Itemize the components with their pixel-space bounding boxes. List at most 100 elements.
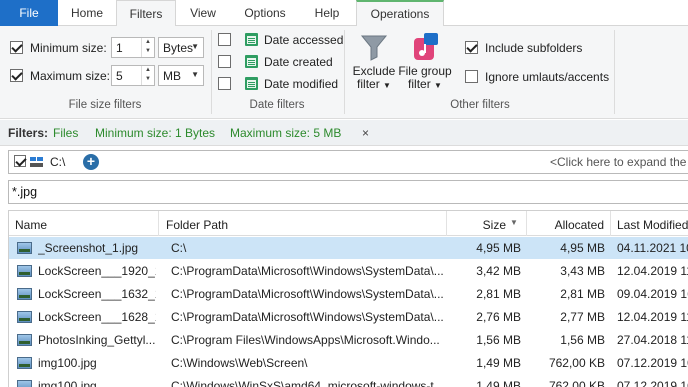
sort-desc-icon: ▼ [510,218,518,227]
tab-help[interactable]: Help [300,0,354,26]
cell-size: 1,49 MB [476,356,521,370]
chevron-down-icon: ▼ [191,70,199,79]
cell-name: PhotosInking_Gettyl... [38,333,156,347]
cell-modified: 04.11.2021 10: [617,241,688,255]
tree-expand-hint[interactable]: <Click here to expand the tree [550,155,688,169]
max-size-stepper[interactable]: ▲ ▼ [141,66,154,85]
path-text: C:\ [50,155,66,169]
cell-size: 3,42 MB [476,264,521,278]
image-file-icon [17,242,32,254]
cell-name: img100.jpg [38,379,97,387]
group-divider [614,30,615,114]
image-file-icon [17,334,32,346]
max-size-unit: MB [163,69,181,83]
max-size-input[interactable]: 5 ▲ ▼ [111,65,155,86]
column-header-name[interactable]: Name [9,211,159,236]
cell-folder: C:\Program Files\WindowsApps\Microsoft.W… [171,333,440,347]
music-file-icon [414,33,438,60]
column-header-modified[interactable]: Last Modified [611,211,688,236]
cell-size: 1,49 MB [476,379,521,387]
table-header: Name Folder Path Size ▼ Allocated Last M… [9,211,688,236]
cell-name: _Screenshot_1.jpg [38,241,139,255]
group-divider [344,30,345,114]
table-row[interactable]: img100.jpg C:\Windows\WinSxS\amd64_micros… [9,375,688,387]
tab-home[interactable]: Home [58,0,116,26]
chevron-down-icon: ▼ [383,81,391,90]
tab-view[interactable]: View [176,0,230,26]
search-field[interactable] [8,180,688,204]
search-input[interactable] [12,183,612,201]
cell-modified: 07.12.2019 10: [617,379,688,387]
max-size-unit-select[interactable]: MB ▼ [158,65,204,86]
min-size-unit-select[interactable]: Bytes ▼ [158,37,204,58]
cell-folder: C:\ProgramData\Microsoft\Windows\SystemD… [171,310,443,324]
ignore-umlauts-label: Ignore umlauts/accents [485,70,610,84]
file-group-filter-button[interactable]: File group filter ▼ [396,32,454,92]
file-group-filter-line2: filter [408,77,431,91]
cell-allocated: 2,77 MB [560,310,605,324]
date-modified-checkbox[interactable] [218,77,231,90]
ribbon-tab-bar: File Home Filters View Options Help Oper… [0,0,688,27]
group-divider [211,30,212,114]
cell-size: 1,56 MB [476,333,521,347]
cell-name: LockScreen___1628_1... [38,310,156,324]
table-row[interactable]: _Screenshot_1.jpg C:\ 4,95 MB 4,95 MB 04.11.… [9,237,688,259]
cell-folder: C:\Windows\Web\Screen\ [171,356,308,370]
column-header-folder[interactable]: Folder Path [160,211,447,236]
table-row[interactable]: LockScreen___1920_1... C:\ProgramData\Mic… [9,260,688,282]
min-size-checkbox[interactable] [10,41,23,54]
cell-folder: C:\Windows\WinSxS\amd64_microsoft-window… [171,379,443,387]
calendar-icon [245,33,258,46]
max-size-value: 5 [116,69,123,83]
tab-file[interactable]: File [0,0,58,26]
image-file-icon [17,311,32,323]
cell-modified: 27.04.2018 11: [617,333,688,347]
include-subfolders-label: Include subfolders [485,41,583,55]
tab-filters[interactable]: Filters [116,0,176,27]
close-icon[interactable]: × [362,126,369,140]
path-checkbox[interactable] [14,155,26,167]
chevron-down-icon: ▼ [434,81,442,90]
date-created-checkbox[interactable] [218,55,231,68]
tab-options[interactable]: Options [230,0,300,26]
min-size-stepper[interactable]: ▲ ▼ [141,38,154,57]
date-filters-label: Date filters [249,99,305,111]
min-size-input[interactable]: 1 ▲ ▼ [111,37,155,58]
active-filters-bar: Filters: Files Minimum size: 1 Bytes Max… [0,120,688,146]
tab-operations[interactable]: Operations [356,0,444,26]
cell-allocated: 762,00 KB [548,379,605,387]
table-row[interactable]: LockScreen___1628_1... C:\ProgramData\Mic… [9,306,688,328]
filter-chip-max-size[interactable]: Maximum size: 5 MB [230,126,341,140]
table-row[interactable]: PhotosInking_Gettyl... C:\Program Files\W… [9,329,688,351]
chevron-down-icon: ▼ [191,42,199,51]
include-subfolders-checkbox[interactable] [465,41,478,54]
cell-allocated: 3,43 MB [560,264,605,278]
column-header-allocated[interactable]: Allocated [527,211,611,236]
date-accessed-checkbox[interactable] [218,33,231,46]
cell-name: LockScreen___1920_1... [38,264,156,278]
image-file-icon [17,265,32,277]
table-row[interactable]: LockScreen___1632_1... C:\ProgramData\Mic… [9,283,688,305]
min-size-label: Minimum size: [30,41,107,55]
file-size-filters-label: File size filters [68,99,142,111]
cell-allocated: 762,00 KB [548,356,605,370]
filter-chip-min-size[interactable]: Minimum size: 1 Bytes [95,126,215,140]
table-row[interactable]: img100.jpg C:\Windows\Web\Screen\ 1,49 MB 7… [9,352,688,374]
path-bar[interactable]: C:\ + <Click here to expand the tree [8,150,688,174]
funnel-icon [360,35,388,61]
ignore-umlauts-checkbox[interactable] [465,70,478,83]
cell-allocated: 2,81 MB [560,287,605,301]
max-size-checkbox[interactable] [10,69,23,82]
cell-size: 2,81 MB [476,287,521,301]
calendar-icon [245,55,258,68]
cell-folder: C:\ProgramData\Microsoft\Windows\SystemD… [171,287,443,301]
exclude-filter-line2: filter [357,77,380,91]
image-file-icon [17,357,32,369]
date-accessed-label: Date accessed [264,33,344,47]
min-size-value: 1 [116,41,123,55]
add-path-icon[interactable]: + [83,154,99,170]
cell-allocated: 1,56 MB [560,333,605,347]
cell-size: 4,95 MB [476,241,521,255]
exclude-filter-button[interactable]: Exclude filter ▼ [351,32,397,92]
filter-chip-files[interactable]: Files [53,126,78,140]
